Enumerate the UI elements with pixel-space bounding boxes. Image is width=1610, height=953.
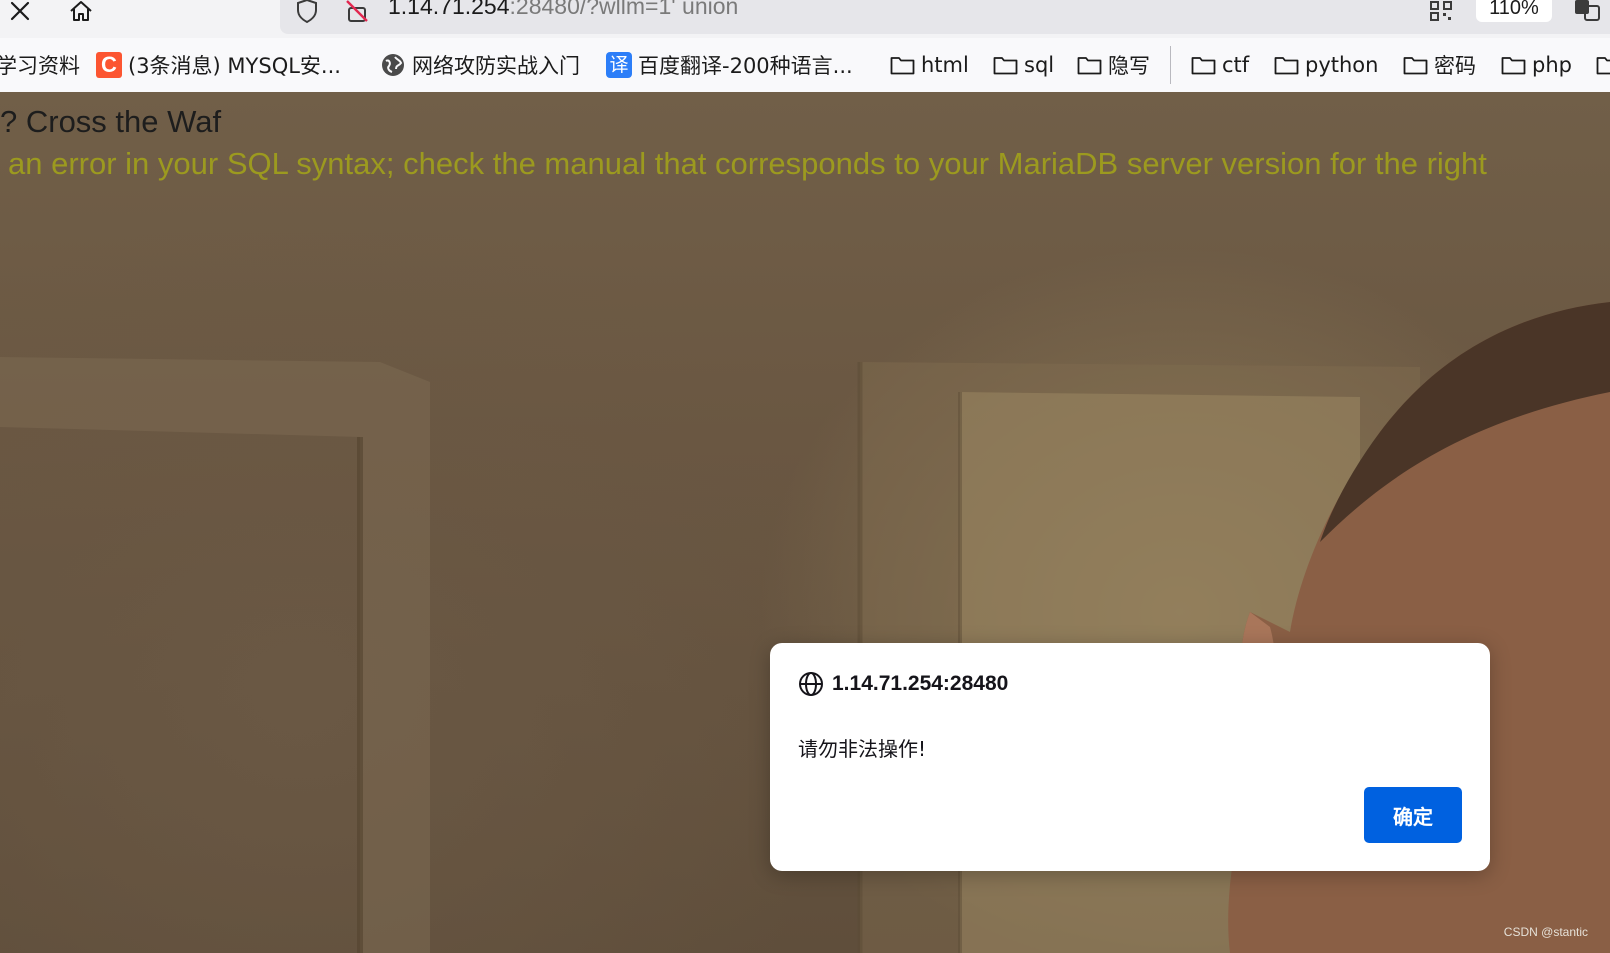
bookmark-label: 密码	[1434, 54, 1476, 78]
home-icon[interactable]	[66, 0, 96, 26]
folder-icon	[890, 57, 915, 75]
bookmark-label: 百度翻译-200种语言...	[638, 54, 853, 78]
browser-toolbar: 1.14.71.254:28480/?wllm=1' union 110%	[0, 0, 1610, 38]
folder-icon	[993, 57, 1018, 75]
alert-dialog: 1.14.71.254:28480 请勿非法操作! 确定	[770, 643, 1490, 871]
shield-icon[interactable]	[292, 0, 322, 26]
url-path: :28480/?wllm=1' union	[509, 0, 739, 19]
dialog-origin: 1.14.71.254:28480	[832, 672, 1009, 695]
url-host: 1.14.71.254	[388, 0, 510, 19]
bookmark-label: (3条消息) MYSQL安...	[128, 54, 341, 78]
watermark: CSDN @stantic	[1503, 925, 1588, 939]
bookmarks-bar: 学习资料 C (3条消息) MYSQL安... 网络攻防实战入门 译 百度翻译-…	[0, 38, 1610, 93]
insecure-lock-icon[interactable]	[342, 0, 372, 26]
qr-code-icon[interactable]	[1426, 0, 1456, 26]
folder-icon	[1501, 57, 1526, 75]
folder-icon	[1403, 57, 1428, 75]
bookmark-label: ctf	[1222, 53, 1250, 77]
sql-error-message: an error in your SQL syntax; check the m…	[8, 146, 1487, 181]
globe-icon	[799, 672, 823, 696]
bookmark-folder-html[interactable]: html	[890, 38, 969, 92]
bookmark-folder-python[interactable]: python	[1274, 38, 1378, 92]
csdn-c-icon: C	[96, 52, 122, 78]
bookmarks-separator	[1170, 46, 1171, 84]
bookmark-baidu-translate[interactable]: 译 百度翻译-200种语言...	[606, 38, 853, 92]
folder-icon	[1274, 57, 1299, 75]
bookmark-label: 隐写	[1108, 54, 1150, 78]
bookmark-csdn-mysql[interactable]: C (3条消息) MYSQL安...	[96, 38, 341, 92]
dialog-message: 请勿非法操作!	[798, 737, 927, 761]
bookmark-folder-ctf[interactable]: ctf	[1191, 38, 1249, 92]
dialog-header: 1.14.71.254:28480	[798, 671, 1008, 697]
baidu-translate-icon: 译	[606, 52, 632, 78]
bookmark-folder-stego[interactable]: 隐写	[1077, 38, 1150, 92]
folder-icon	[1596, 57, 1610, 75]
translate-icon[interactable]	[1572, 0, 1602, 26]
zoom-indicator[interactable]: 110%	[1476, 0, 1552, 22]
bookmark-folder-overflow[interactable]	[1596, 38, 1610, 92]
bookmark-label: 学习资料	[0, 54, 80, 78]
folder-icon	[1191, 57, 1216, 75]
bookmark-folder-php[interactable]: php	[1501, 38, 1572, 92]
page-title: ? Cross the Waf	[0, 104, 222, 139]
bookmark-study[interactable]: 学习资料	[0, 38, 80, 92]
bookmark-label: php	[1532, 53, 1572, 77]
browser-window: 1.14.71.254:28480/?wllm=1' union 110% 学习…	[0, 0, 1610, 953]
bookmark-folder-crypto[interactable]: 密码	[1403, 38, 1476, 92]
folder-icon	[1077, 57, 1102, 75]
bookmark-label: python	[1305, 53, 1379, 77]
bookmark-folder-sql[interactable]: sql	[993, 38, 1054, 92]
bookmark-label: 网络攻防实战入门	[412, 54, 580, 78]
ok-button[interactable]: 确定	[1364, 787, 1462, 843]
bookmark-label: sql	[1024, 53, 1055, 77]
globe-icon	[382, 54, 404, 76]
close-icon[interactable]	[5, 0, 35, 26]
bookmark-label: html	[921, 53, 969, 77]
url-text[interactable]: 1.14.71.254:28480/?wllm=1' union	[388, 0, 738, 20]
bookmark-net-attack[interactable]: 网络攻防实战入门	[380, 38, 580, 92]
